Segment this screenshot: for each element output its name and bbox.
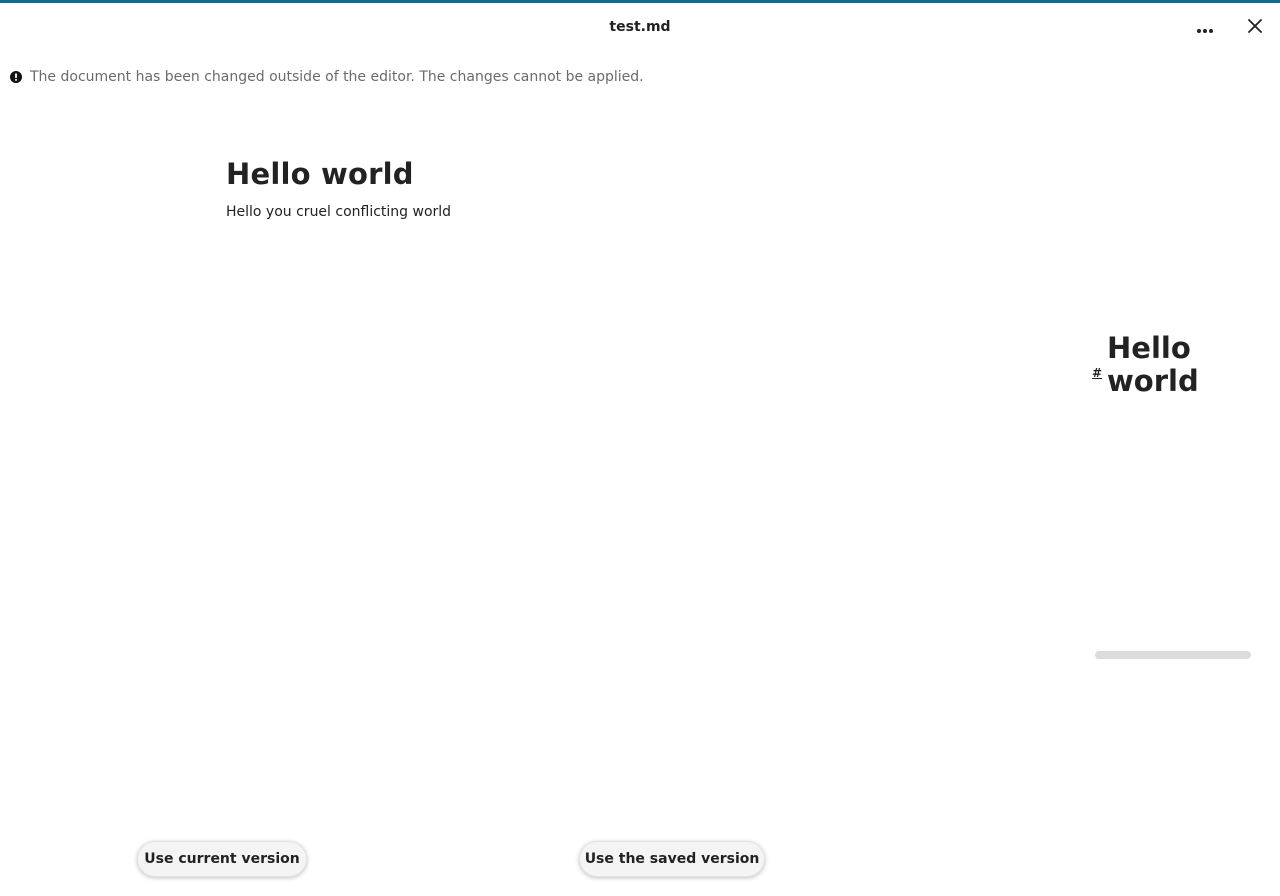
document-paragraph: Hello you cruel conflicting world <box>226 204 452 220</box>
ellipsis-icon <box>1196 19 1214 38</box>
use-saved-version-button[interactable]: Use the saved version <box>579 841 765 877</box>
document-content[interactable]: Hello world Hello you cruel conflicting … <box>226 150 1046 220</box>
notice-text: The document has been changed outside of… <box>30 69 644 85</box>
close-button[interactable] <box>1240 13 1270 43</box>
document-heading: Hello world <box>226 157 414 191</box>
close-icon <box>1247 18 1263 38</box>
editor-header: test.md <box>0 3 1280 53</box>
conflict-notice: The document has been changed outside of… <box>10 66 644 88</box>
preview-heading: Hello world <box>1107 331 1199 398</box>
use-current-version-button[interactable]: Use current version <box>137 841 307 877</box>
document-title: test.md <box>609 19 671 35</box>
horizontal-scrollbar[interactable] <box>1095 651 1251 659</box>
heading-anchor-link[interactable]: # <box>1092 366 1102 380</box>
more-actions-button[interactable] <box>1188 15 1222 41</box>
exclamation-circle-icon <box>10 71 22 83</box>
